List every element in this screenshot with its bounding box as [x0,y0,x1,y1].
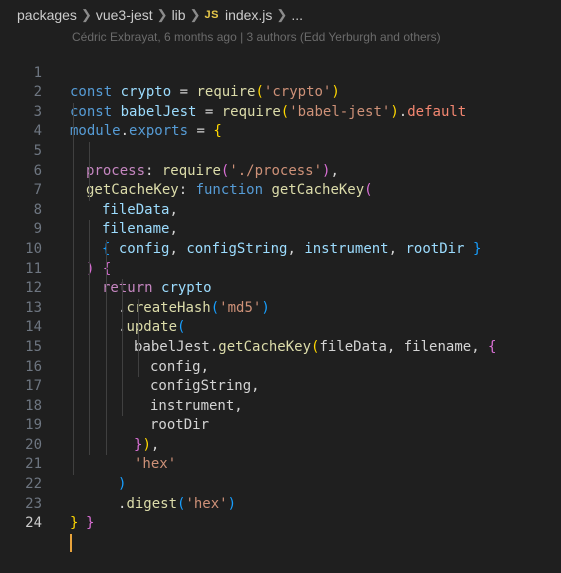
chevron-right-icon: ❯ [80,7,92,22]
javascript-file-icon: JS [204,9,219,21]
breadcrumb-file[interactable]: index.js [225,7,272,23]
code-line[interactable]: 11 .createHash('md5') [0,239,561,316]
code-line[interactable]: 5 getCacheKey: function getCacheKey( [0,122,561,198]
chevron-right-icon: ❯ [276,7,288,22]
breadcrumb-packages[interactable]: packages [17,7,77,23]
code-line[interactable]: 12 .update( [0,259,561,335]
code-line[interactable]: 13 babelJest.getCacheKey(fileData, filen… [0,279,561,355]
chevron-right-icon: ❯ [189,7,201,22]
code-line[interactable]: 14 config, [0,298,561,375]
breadcrumb-symbols[interactable]: ... [291,7,303,23]
code-line[interactable]: 3 module.exports = { [0,83,561,140]
code-line[interactable]: 18 }), [0,377,561,453]
code-line[interactable]: 15 configString, [0,318,561,394]
code-editor[interactable]: 1 const crypto = require('crypto') 2 con… [0,44,561,552]
breadcrumb-vue3-jest[interactable]: vue3-jest [96,7,153,23]
breadcrumb-lib[interactable]: lib [172,7,186,23]
code-line[interactable]: 7 filename, [0,161,561,237]
chevron-right-icon: ❯ [156,7,168,22]
code-line[interactable]: 4 process: require('./process'), [0,102,561,179]
line-number: 24 [25,515,42,532]
code-line[interactable]: 2 const babelJest = require('babel-jest'… [0,64,561,120]
code-line[interactable]: 16 instrument, [0,337,561,414]
code-line[interactable]: 1 const crypto = require('crypto') [0,44,561,101]
code-line[interactable]: 17 rootDir [0,357,561,433]
code-line[interactable]: 10 return crypto [0,220,561,296]
text-cursor [70,533,72,552]
code-line[interactable]: 19 'hex' [0,396,561,472]
code-line[interactable]: 9 ) { [0,200,561,277]
code-line[interactable]: 20 ) [0,416,561,492]
code-line[interactable]: 22 } [0,455,561,531]
code-line-active[interactable]: 24 [0,495,561,552]
breadcrumb: packages ❯ vue3-jest ❯ lib ❯ JS index.js… [0,0,561,30]
code-line[interactable]: 8 { config, configString, instrument, ro… [0,181,561,257]
code-line[interactable]: 21 .digest('hex') [0,435,561,512]
code-line[interactable]: 23 } [0,475,561,532]
code-line[interactable]: 6 fileData, [0,141,561,218]
